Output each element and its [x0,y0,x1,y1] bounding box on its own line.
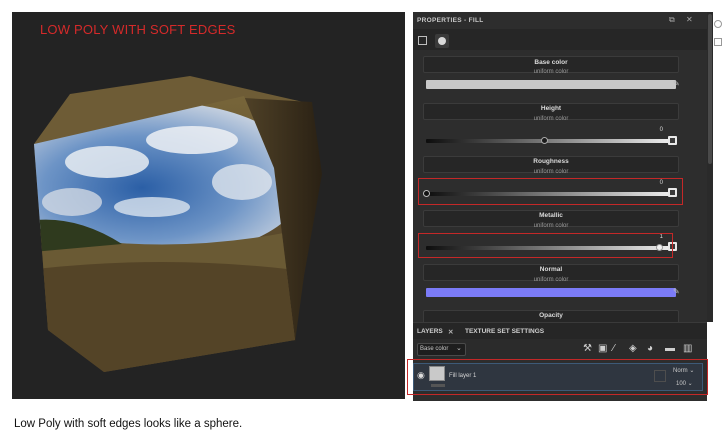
trash-icon[interactable]: ▥ [683,343,692,355]
base-color-picker-icon[interactable]: ✎ [673,79,680,88]
folder-icon[interactable]: ▬ [665,343,675,355]
layer-thumbnail [429,366,445,381]
material-tab[interactable] [435,34,449,48]
tab-texture-set-settings[interactable]: TEXTURE SET SETTINGS [465,328,544,335]
metallic-highlight [418,233,673,258]
normal-mode: uniform color [533,277,569,283]
caption: Low Poly with soft edges looks like a sp… [14,418,243,430]
side-toolbar-icon-2[interactable] [714,38,722,46]
viewport-render [34,76,322,372]
layer-blend-mode[interactable]: Norm ⌄ [673,367,694,374]
panel-title: PROPERTIES - FILL [417,17,484,24]
normal-swatch[interactable] [426,288,676,297]
height-slider-knob[interactable] [541,137,548,144]
wrench-icon[interactable]: ⚒ [583,343,592,355]
normal-picker-icon[interactable]: ✎ [673,287,680,296]
opacity-label: Opacity [539,312,563,319]
panel-scrollbar-thumb[interactable] [708,14,712,164]
height-value: 0 [659,127,663,133]
paint-brush-icon[interactable]: ⁄ [613,343,615,355]
panel-header-tabs [413,29,707,50]
viewport-title: LOW POLY WITH SOFT EDGES [40,22,236,37]
height-label: Height [540,105,562,112]
tab-close-icon[interactable]: ✕ [448,328,453,336]
smart-material-icon[interactable]: ◕ [647,343,653,355]
metallic-label: Metallic [539,212,563,219]
side-toolbar-icon[interactable] [714,20,722,28]
add-effect-icon[interactable]: ▣ [598,343,607,355]
channel-dropdown-value: Base color [420,346,449,352]
layer-opacity-value: 100 [676,381,687,387]
layer-opacity[interactable]: 100 ⌄ [676,380,693,387]
normal-label: Normal [539,266,563,273]
roughness-highlight [418,178,683,205]
layers-tab-bar: LAYERS ✕ TEXTURE SET SETTINGS [413,322,707,340]
close-panel-button[interactable]: ✕ [686,15,693,24]
base-color-mode: uniform color [533,69,569,75]
chevron-down-icon: ⌄ [456,345,462,352]
undock-button[interactable]: ⧉ [669,15,675,25]
tab-layers[interactable]: LAYERS [417,328,443,335]
material-sphere-icon [438,37,446,45]
visibility-eye-icon[interactable]: ◉ [417,370,425,381]
layer-blend-mode-value: Norm [673,368,688,374]
layer-thumbnail-bar [431,384,445,387]
fill-bucket-icon[interactable]: ◈ [629,343,637,355]
layer-mask-slot[interactable] [654,370,666,382]
height-texture-button[interactable] [668,136,677,145]
metallic-mode: uniform color [533,223,569,229]
viewport[interactable] [12,12,405,399]
roughness-label: Roughness [533,158,569,165]
base-color-label: Base color [534,59,568,66]
side-toolbar [713,12,726,401]
height-mode: uniform color [533,116,569,122]
roughness-mode: uniform color [533,169,569,175]
height-slider[interactable] [426,139,676,143]
properties-icon[interactable] [418,36,427,45]
base-color-swatch[interactable] [426,80,676,89]
layer-name[interactable]: Fill layer 1 [449,373,476,379]
